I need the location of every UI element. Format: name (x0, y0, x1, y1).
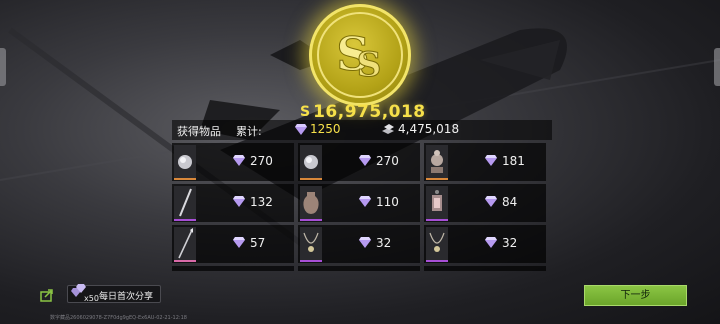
share-reward-label: 每日首次分享 (99, 292, 154, 302)
rarity-bar (426, 178, 448, 180)
vase-icon (303, 192, 319, 214)
item-count: 181 (502, 154, 525, 168)
item-count: 110 (376, 195, 399, 209)
gem-icon (359, 237, 371, 248)
rarity-bar (300, 178, 322, 180)
coin-emblem-icon: S S (309, 4, 411, 106)
silver-total-value: 4,475,018 (398, 122, 460, 136)
share-icon[interactable] (40, 288, 54, 302)
item-thumbnail (174, 186, 196, 220)
rarity-bar (174, 219, 196, 221)
item-cell-partial (172, 266, 294, 271)
ornament-statue-icon (431, 150, 443, 173)
lantern-icon (432, 190, 442, 211)
item-cell[interactable]: 57 (172, 225, 294, 263)
rarity-bar (174, 260, 196, 262)
necklace-icon (429, 232, 445, 252)
sword-icon (179, 188, 192, 217)
gem-icon (359, 155, 371, 166)
necklace-icon (303, 232, 319, 252)
gem-icon (485, 196, 497, 207)
item-thumbnail (426, 227, 448, 261)
item-cell[interactable]: 181 (424, 143, 546, 181)
gem-icon (359, 196, 371, 207)
item-cell[interactable]: 32 (298, 225, 420, 263)
rarity-bar (300, 260, 322, 262)
next-button[interactable]: 下一步 (584, 285, 687, 306)
item-thumbnail (174, 227, 196, 261)
spear-icon (178, 228, 193, 259)
gem-icon (485, 155, 497, 166)
cumulative-label: 累计: (236, 125, 262, 138)
item-count: 270 (250, 154, 273, 168)
rarity-bar (300, 219, 322, 221)
item-cell[interactable]: 84 (424, 184, 546, 222)
silver-orb-icon (178, 155, 192, 169)
gem-total: 1250 (295, 122, 341, 136)
item-cell[interactable]: 132 (172, 184, 294, 222)
gem-icon (233, 155, 245, 166)
daily-share-reward[interactable]: x50 每日首次分享 (67, 284, 161, 303)
silver-total: 4,475,018 (381, 122, 459, 136)
rarity-bar (426, 260, 448, 262)
item-count: 57 (250, 236, 266, 250)
item-cell-partial (298, 266, 420, 271)
item-cell[interactable]: 270 (298, 143, 420, 181)
item-cell[interactable]: 110 (298, 184, 420, 222)
item-cell[interactable]: 32 (424, 225, 546, 263)
total-value: 16,975,018 (313, 102, 426, 122)
item-count: 32 (376, 236, 392, 250)
gem-total-value: 1250 (310, 122, 341, 136)
currency-s-icon: S (300, 104, 311, 120)
item-thumbnail (300, 227, 322, 261)
item-thumbnail (300, 145, 322, 179)
item-count: 32 (502, 236, 518, 250)
item-cell-partial (424, 266, 546, 271)
svg-text:S: S (357, 45, 382, 85)
silver-orb-icon (304, 155, 318, 169)
left-edge-tab (0, 48, 6, 86)
item-thumbnail (426, 145, 448, 179)
rarity-bar (174, 178, 196, 180)
item-count: 270 (376, 154, 399, 168)
gem-icon (485, 237, 497, 248)
right-edge-tab (714, 48, 720, 86)
item-thumbnail (300, 186, 322, 220)
item-cell[interactable]: 270 (172, 143, 294, 181)
item-count: 132 (250, 195, 273, 209)
summary-header (172, 120, 552, 140)
gem-icon (233, 196, 245, 207)
gem-icon (295, 123, 307, 135)
item-thumbnail (426, 186, 448, 220)
rarity-bar (426, 219, 448, 221)
footer-id-text: 数字藏品2606029078-Z7F0dg9gEQ-Ex6AU-02-21-12… (50, 315, 187, 321)
silver-bars-icon (382, 124, 394, 134)
obtained-items-label: 获得物品 (177, 125, 221, 138)
item-count: 84 (502, 195, 518, 209)
gem-icon (233, 237, 245, 248)
items-grid: 270 270 181 132 110 84 57 32 32 (172, 143, 546, 271)
item-thumbnail (174, 145, 196, 179)
share-reward-quantity: x50 (84, 294, 99, 303)
